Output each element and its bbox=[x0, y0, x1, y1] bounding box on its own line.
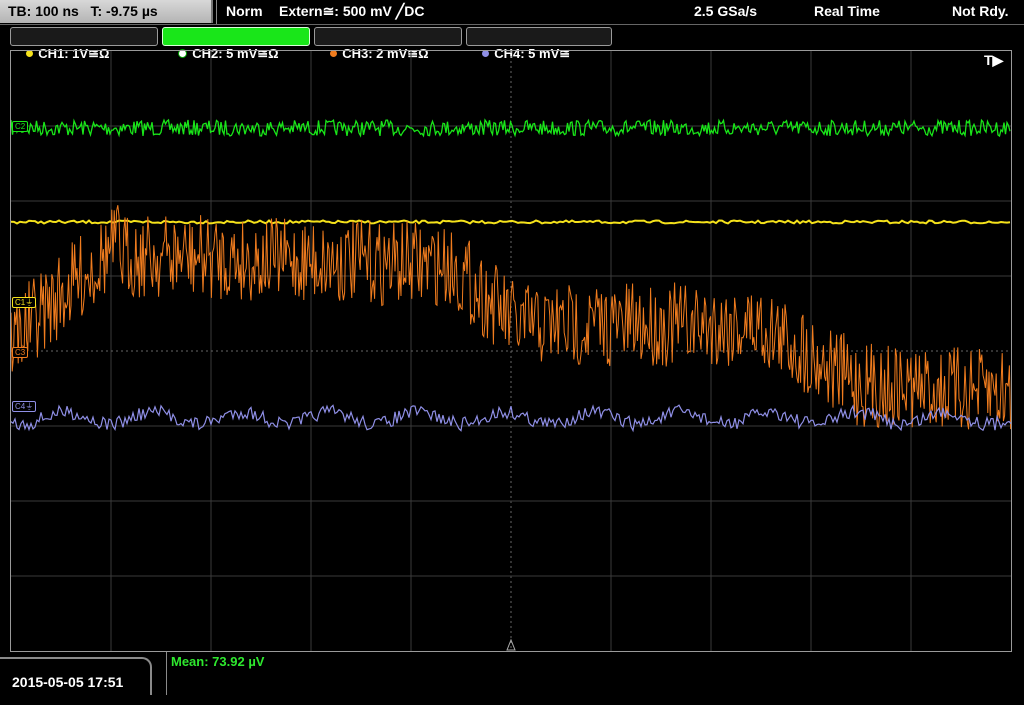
date-time-display: 2015-05-05 17:51 bbox=[0, 657, 152, 695]
ch3-ground-marker[interactable]: C3 bbox=[12, 347, 29, 358]
ch1-ground-marker[interactable]: C1⏚ bbox=[12, 297, 37, 308]
measurement-mean: Mean: 73.92 µV bbox=[171, 654, 265, 669]
ch4-ground-marker[interactable]: C4⏚ bbox=[12, 401, 37, 412]
trigger-marker: T▶ bbox=[984, 52, 1004, 68]
ch2-ground-marker[interactable]: C2 bbox=[12, 121, 29, 132]
measurement-panel[interactable]: Mean: 73.92 µV bbox=[166, 652, 1012, 695]
screen-frame bbox=[10, 50, 1012, 652]
